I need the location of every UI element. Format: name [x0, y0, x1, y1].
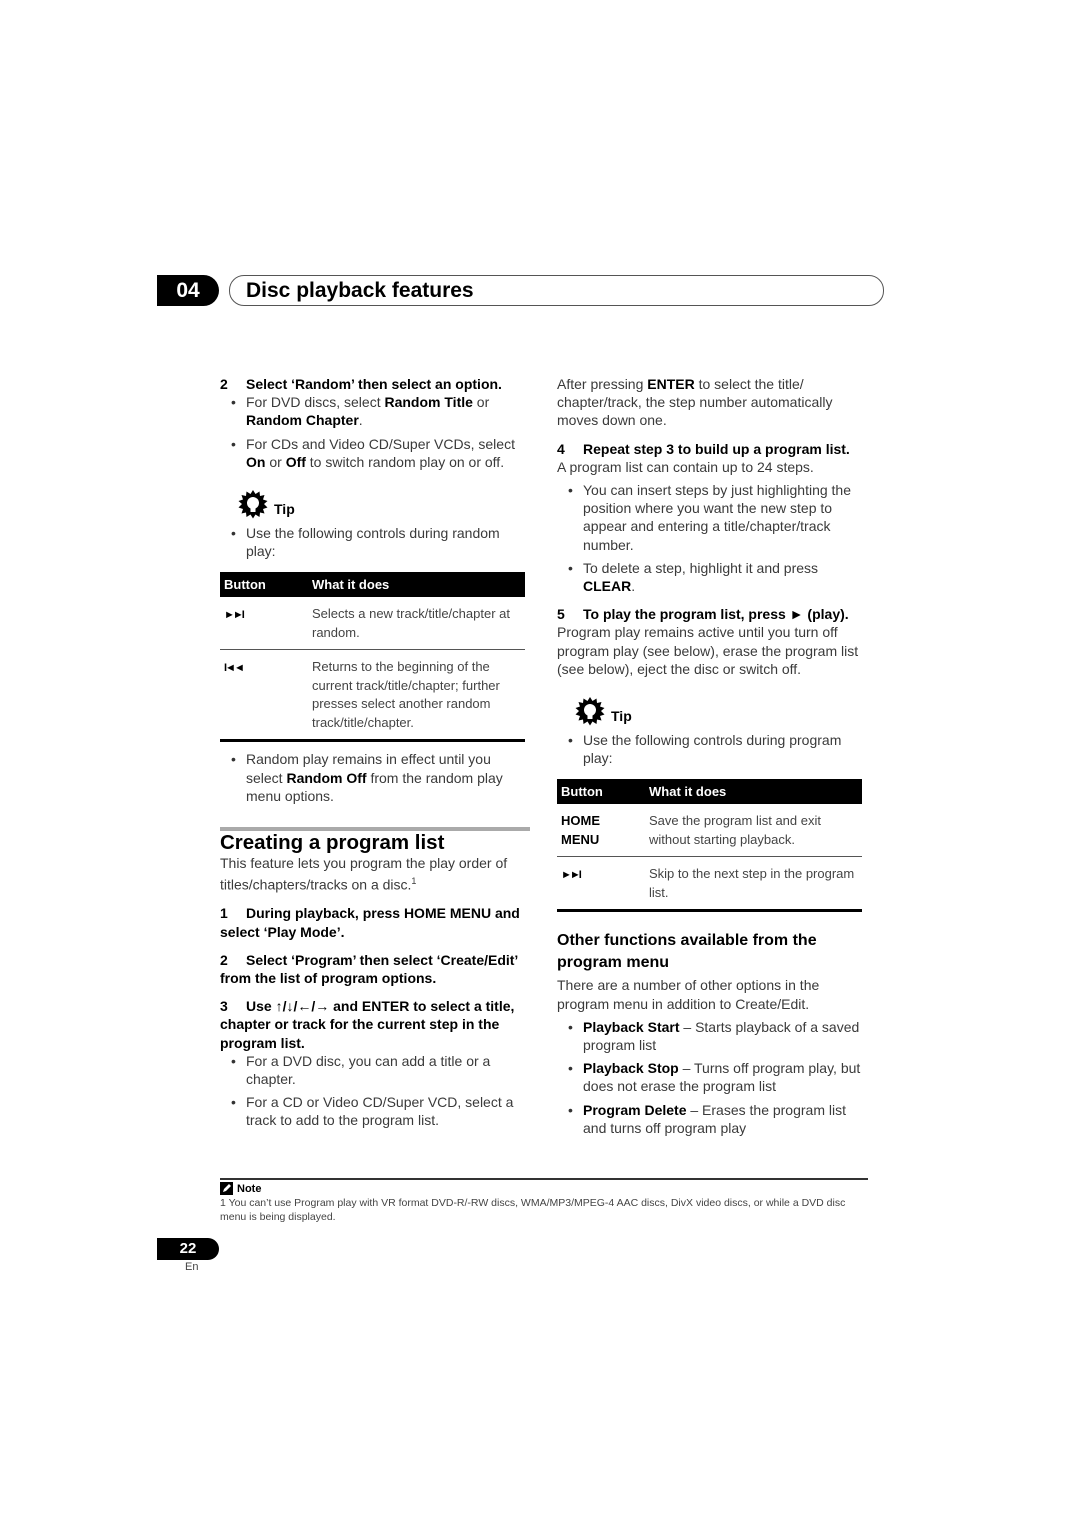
- page-number: 22: [157, 1238, 219, 1260]
- tip-heading: Tip: [220, 489, 530, 521]
- step-heading: 2 Select ‘Program’ then select ‘Create/Ed…: [220, 951, 518, 986]
- column-header: What it does: [308, 572, 525, 598]
- table-row: ►►I Selects a new track/title/chapter at…: [220, 597, 525, 651]
- paragraph: There are a number of other options in t…: [557, 977, 820, 1012]
- program-controls-table: Button What it does HOME MENU Save the p…: [557, 779, 862, 913]
- previous-track-icon: I◄◄: [224, 662, 245, 675]
- next-track-icon: ►►I: [561, 869, 582, 882]
- page-language: En: [185, 1261, 199, 1273]
- note-divider: [220, 1178, 868, 1180]
- section-intro: This feature lets you program the play o…: [220, 855, 508, 894]
- list-item: To delete a step, highlight it and press…: [557, 559, 867, 595]
- step-heading: 1 During playback, press HOME MENU and se…: [220, 905, 520, 940]
- table-row: HOME MENU Save the program list and exit…: [557, 804, 862, 858]
- step-heading: 2 Select ‘Random’ then select an option.: [220, 376, 502, 392]
- list-item: You can insert steps by just highlightin…: [557, 481, 867, 554]
- chapter-title: Disc playback features: [229, 275, 884, 306]
- arrow-keys-icon: ↑/↓/←/→: [275, 998, 330, 1015]
- bullet-list: For DVD discs, select Random Title or Ra…: [220, 393, 530, 471]
- list-item: Playback Start – Starts playback of a sa…: [557, 1018, 867, 1054]
- pencil-icon: [220, 1182, 233, 1195]
- footnote-text: 1 You can’t use Program play with VR for…: [220, 1197, 846, 1223]
- list-item: For a CD or Video CD/Super VCD, select a…: [220, 1093, 530, 1129]
- tip-heading: Tip: [557, 696, 867, 728]
- table-row: I◄◄ Returns to the beginning of the curr…: [220, 649, 525, 743]
- button-name: HOME MENU: [557, 804, 645, 858]
- step-heading: 3 Use ↑/↓/←/→ and ENTER to select a title…: [220, 998, 515, 1051]
- list-item: Use the following controls during random…: [220, 524, 530, 560]
- section-title: Creating a program list: [220, 831, 445, 855]
- list-item: For DVD discs, select Random Title or Ra…: [220, 393, 530, 429]
- table-row: ►►I Skip to the next step in the program…: [557, 856, 862, 913]
- random-controls-table: Button What it does ►►I Selects a new tr…: [220, 572, 525, 743]
- next-track-icon: ►►I: [224, 609, 245, 622]
- right-column: After pressing ENTER to select the title…: [557, 375, 867, 1137]
- list-item: For CDs and Video CD/Super VCDs, select …: [220, 435, 530, 471]
- column-header: What it does: [645, 779, 862, 805]
- column-header: Button: [220, 572, 308, 598]
- list-item: Use the following controls during progra…: [557, 731, 867, 767]
- footnote-ref[interactable]: 1: [411, 876, 416, 886]
- paragraph: A program list can contain up to 24 step…: [557, 458, 814, 475]
- list-item: Playback Stop – Turns off program play, …: [557, 1059, 867, 1095]
- lightbulb-icon: [575, 697, 605, 726]
- paragraph: After pressing ENTER to select the title…: [557, 376, 833, 429]
- left-column: 2 Select ‘Random’ then select an option. …: [220, 375, 530, 1130]
- subsection-title: Other functions available from the progr…: [557, 932, 817, 972]
- list-item: Program Delete – Erases the program list…: [557, 1101, 867, 1137]
- note-heading: Note: [220, 1182, 261, 1195]
- list-item: For a DVD disc, you can add a title or a…: [220, 1052, 530, 1088]
- paragraph: Program play remains active until you tu…: [557, 624, 859, 677]
- step-heading: 5 To play the program list, press ► (play…: [557, 606, 849, 623]
- step-heading: 4 Repeat step 3 to build up a program lis…: [557, 440, 850, 457]
- list-item: Random play remains in effect until you …: [220, 750, 530, 805]
- lightbulb-icon: [238, 490, 268, 519]
- column-header: Button: [557, 779, 645, 805]
- chapter-number: 04: [157, 275, 219, 306]
